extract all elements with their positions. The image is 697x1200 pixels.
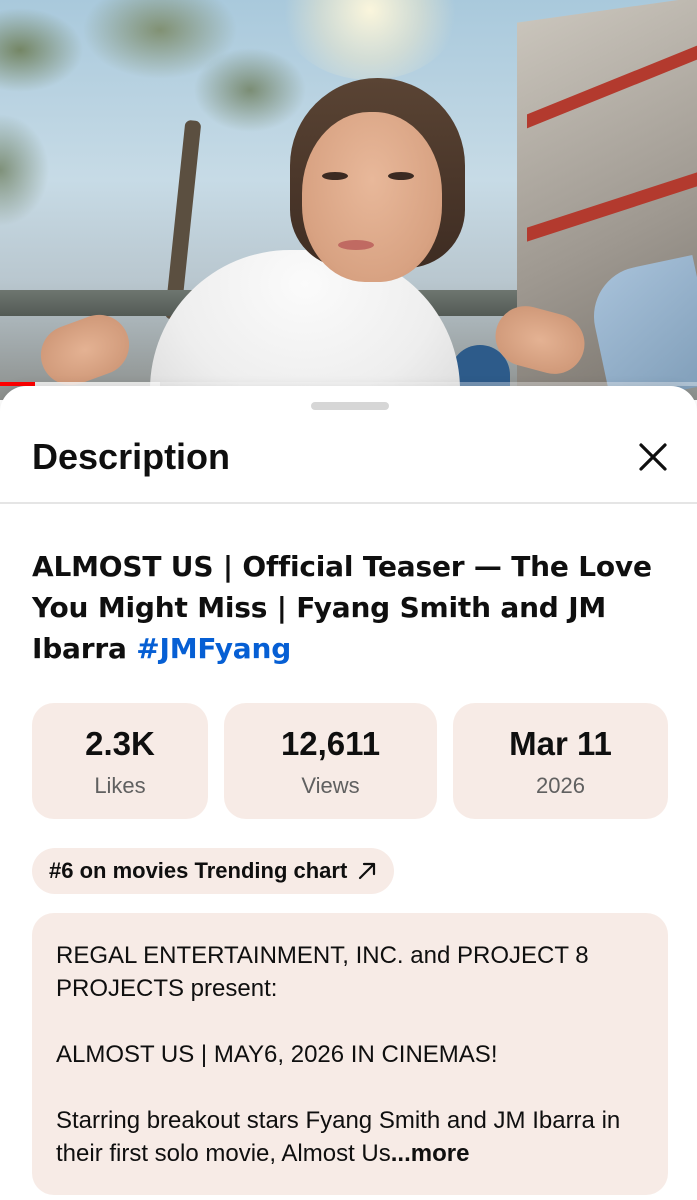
description-cast-text: Starring breakout stars Fyang Smith and … xyxy=(56,1107,621,1167)
person-face xyxy=(302,112,442,282)
close-button[interactable] xyxy=(628,434,678,480)
publish-date: Mar 11 xyxy=(509,725,612,762)
person-eye-right xyxy=(388,172,414,180)
arrow-up-right-icon xyxy=(357,861,377,881)
youtube-watch-page: Description ALMOST US | Official Teaser … xyxy=(0,0,697,1200)
video-title-text: ALMOST US | Official Teaser — The Love Y… xyxy=(32,550,652,665)
person-shirt xyxy=(150,250,460,400)
hashtag-link[interactable]: #JMFyang xyxy=(136,632,291,665)
description-line-presenters: REGAL ENTERTAINMENT, INC. and PROJECT 8 … xyxy=(56,942,589,1002)
trending-chip-label: #6 on movies Trending chart xyxy=(49,858,348,883)
likes-count: 2.3K xyxy=(85,725,155,762)
divider xyxy=(0,502,697,504)
views-count: 12,611 xyxy=(280,725,381,762)
person-eye-left xyxy=(322,172,348,180)
person-lips xyxy=(338,240,374,250)
date-stat: Mar 11 2026 xyxy=(453,703,668,819)
description-box[interactable]: REGAL ENTERTAINMENT, INC. and PROJECT 8 … xyxy=(32,913,668,1195)
description-sheet: Description ALMOST US | Official Teaser … xyxy=(0,386,697,1200)
description-line-cast: Starring breakout stars Fyang Smith and … xyxy=(56,1104,644,1170)
likes-stat: 2.3K Likes xyxy=(32,703,208,819)
hand-left xyxy=(32,306,138,394)
more-link[interactable]: ...more xyxy=(391,1140,470,1167)
description-line-release: ALMOST US | MAY6, 2026 IN CINEMAS! xyxy=(56,1041,498,1068)
drag-handle[interactable] xyxy=(311,402,389,410)
tree-foliage xyxy=(0,0,320,250)
trending-chip[interactable]: #6 on movies Trending chart xyxy=(32,848,394,894)
publish-year: 2026 xyxy=(536,773,585,798)
close-icon xyxy=(639,443,667,471)
views-stat: 12,611 Views xyxy=(224,703,437,819)
views-label: Views xyxy=(301,773,360,798)
likes-label: Likes xyxy=(94,773,146,798)
video-title: ALMOST US | Official Teaser — The Love Y… xyxy=(32,546,672,669)
sheet-title: Description xyxy=(32,436,231,477)
video-player[interactable] xyxy=(0,0,697,400)
